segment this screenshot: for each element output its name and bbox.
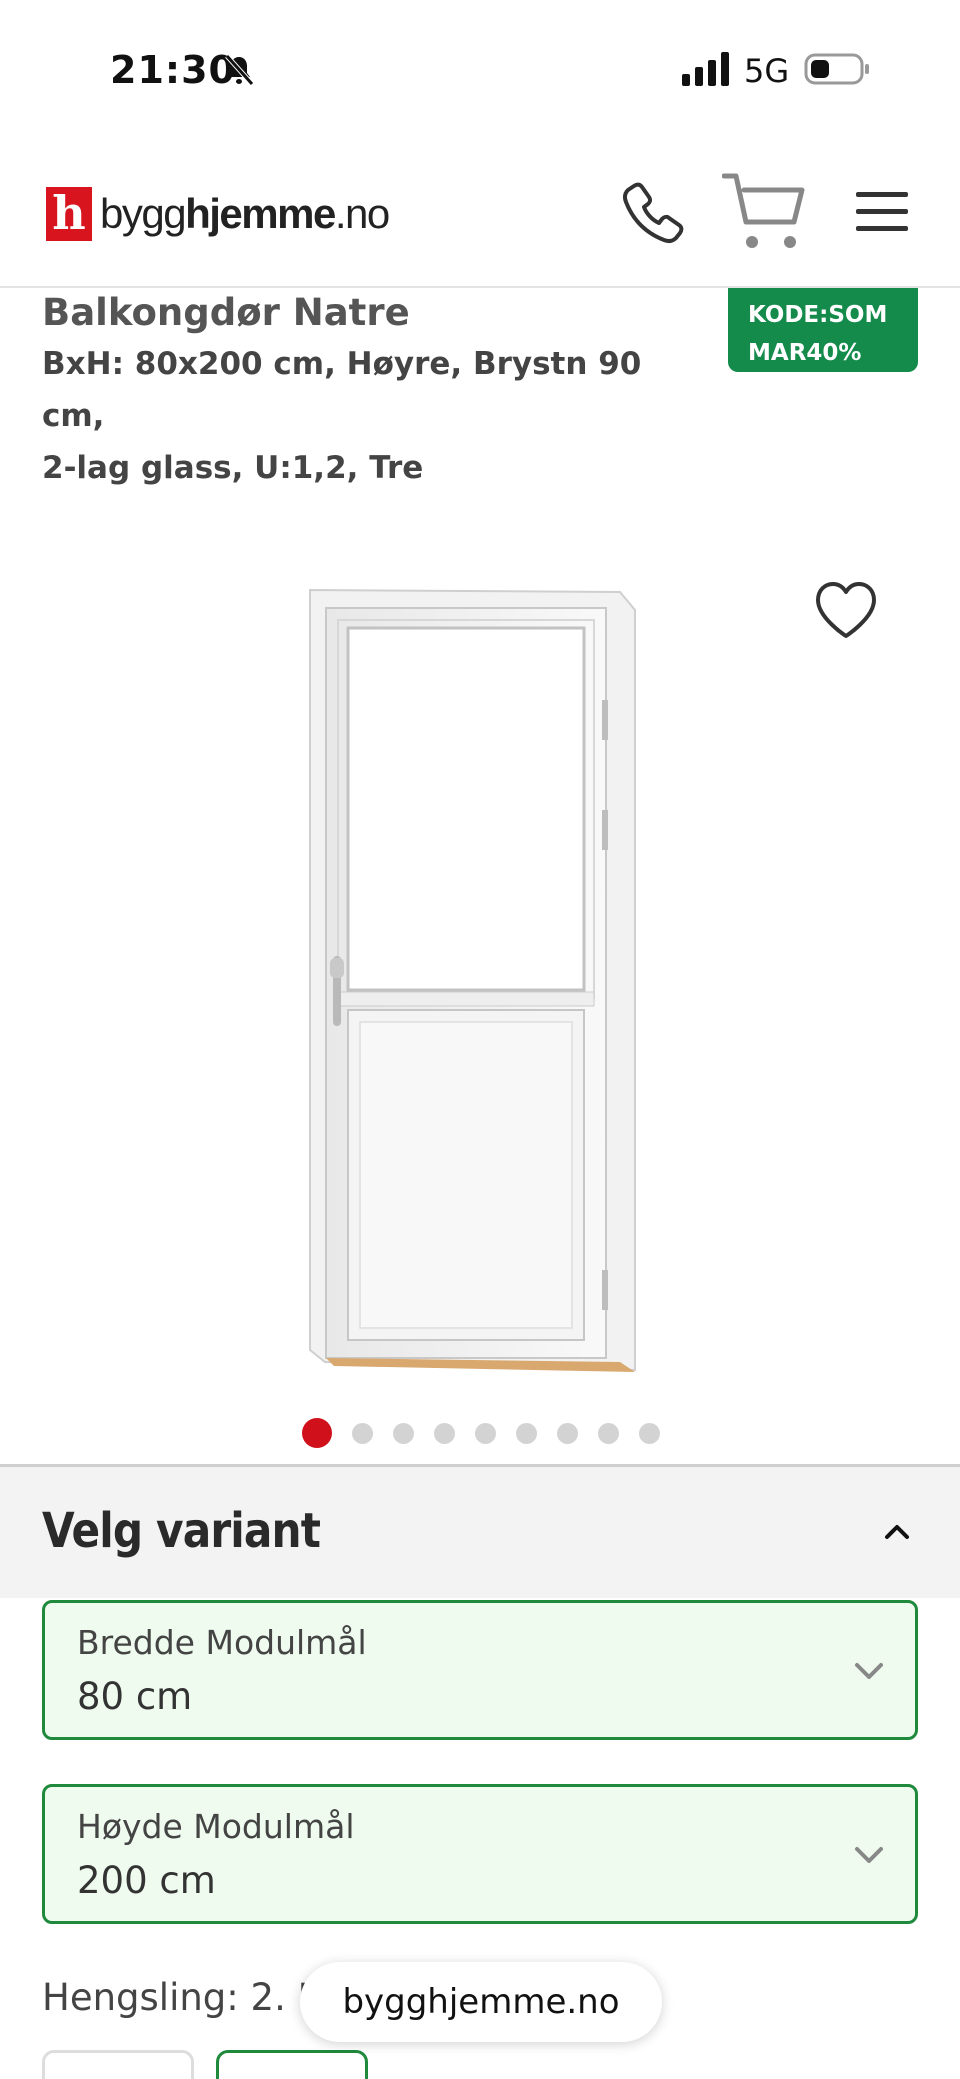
chevron-down-icon <box>855 1847 883 1863</box>
status-time: 21:30 <box>110 48 236 92</box>
chevron-up-icon[interactable] <box>882 1517 912 1547</box>
width-select-label: Bredde Modulmål <box>77 1623 367 1662</box>
promo-code-line-2: MAR40% <box>748 340 862 366</box>
carousel-dot[interactable] <box>516 1422 537 1444</box>
logo-text: bygghjemme.no <box>100 190 390 238</box>
variant-section-title: Velg variant <box>42 1503 321 1559</box>
page: 21:30 5G h bygghjemme.no Balkongdør Natr… <box>0 0 960 2079</box>
hinge-option-thumbnail-selected[interactable] <box>216 2050 368 2079</box>
width-select[interactable]: Bredde Modulmål 80 cm <box>42 1600 918 1740</box>
logo-text-part-3: .no <box>334 190 390 237</box>
carousel-dot[interactable] <box>352 1422 373 1444</box>
height-select-value: 200 cm <box>77 1859 216 1902</box>
height-select[interactable]: Høyde Modulmål 200 cm <box>42 1784 918 1924</box>
carousel-dot[interactable] <box>598 1422 619 1444</box>
battery-icon <box>804 53 869 85</box>
carousel-dot-active[interactable] <box>302 1418 332 1448</box>
image-carousel-dots <box>302 1418 660 1448</box>
promo-code-line-1: KODE:SOM <box>748 302 888 328</box>
site-logo[interactable]: h bygghjemme.no <box>46 184 390 244</box>
logo-text-part-2: hjemme <box>185 190 336 237</box>
network-type: 5G <box>744 52 790 90</box>
carousel-dot[interactable] <box>393 1422 414 1444</box>
menu-icon[interactable] <box>854 188 910 236</box>
chevron-down-icon <box>855 1663 883 1679</box>
hinge-option-label: Hengsling: 2. I <box>42 1976 309 2019</box>
width-select-value: 80 cm <box>77 1675 193 1718</box>
carousel-dot[interactable] <box>434 1422 455 1444</box>
product-title-block: Balkongdør Natre BxH: 80x200 cm, Høyre, … <box>42 288 702 494</box>
bell-off-icon <box>225 54 254 86</box>
product-image[interactable] <box>290 580 650 1380</box>
logo-mark: h <box>46 187 92 241</box>
phone-icon[interactable] <box>620 180 686 246</box>
favorite-heart-icon[interactable] <box>812 580 880 642</box>
status-bar: 21:30 5G <box>0 0 960 140</box>
promo-code-badge: KODE:SOM MAR40% <box>728 288 918 372</box>
browser-url-pill[interactable]: bygghjemme.no <box>300 1962 662 2042</box>
product-title: Balkongdør Natre <box>42 291 410 334</box>
signal-icon <box>682 52 729 86</box>
carousel-dot[interactable] <box>639 1422 660 1444</box>
logo-text-part-1: bygg <box>100 190 187 237</box>
carousel-dot[interactable] <box>557 1422 578 1444</box>
carousel-dot[interactable] <box>475 1422 496 1444</box>
hinge-option-thumbnail[interactable] <box>42 2050 194 2079</box>
variant-section-header[interactable]: Velg variant <box>0 1464 960 1598</box>
cart-icon[interactable] <box>722 170 808 252</box>
product-subtitle-line-1: BxH: 80x200 cm, Høyre, Brystn 90 cm, <box>42 346 642 434</box>
site-header: h bygghjemme.no <box>0 140 960 288</box>
product-subtitle-line-2: 2-lag glass, U:1,2, Tre <box>42 450 424 486</box>
height-select-label: Høyde Modulmål <box>77 1807 355 1846</box>
